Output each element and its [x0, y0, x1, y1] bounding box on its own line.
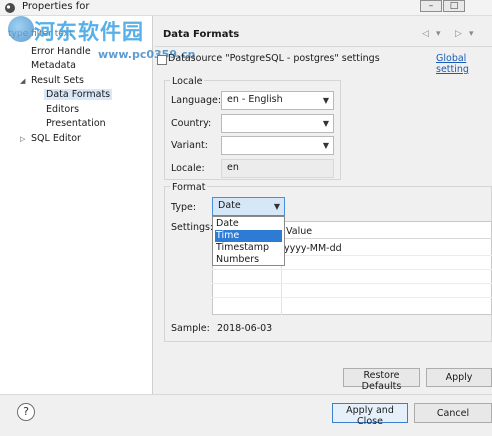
apply-and-close-button[interactable]: Apply and Close	[332, 403, 408, 427]
page-title: Data Formats	[163, 29, 240, 40]
chevron-down-icon: ▼	[322, 141, 329, 150]
table-cell-value[interactable]: yyyy-MM-dd	[284, 243, 342, 254]
tree-item-data-formats[interactable]: Data Formats	[44, 89, 113, 100]
type-dropdown-list: Date Time Timestamp Numbers	[212, 216, 285, 266]
apply-button[interactable]: Apply	[426, 368, 492, 387]
global-settings-link[interactable]: Global setting	[436, 53, 492, 75]
type-value: Date	[218, 200, 241, 211]
country-combo[interactable]: ▼	[221, 114, 334, 133]
tree-item-label: Metadata	[31, 60, 76, 71]
restore-defaults-button[interactable]: Restore Defaults	[343, 368, 420, 392]
window-title: Properties for	[22, 1, 90, 12]
chevron-down-icon: ▼	[273, 202, 280, 211]
expanded-twisty-icon[interactable]: ◢	[20, 77, 25, 85]
country-label: Country:	[171, 118, 212, 129]
help-icon[interactable]: ?	[17, 403, 35, 421]
type-label: Type:	[171, 202, 197, 213]
tree-item-label: Data Formats	[46, 89, 111, 100]
language-label: Language:	[171, 95, 222, 106]
chevron-down-icon: ▼	[322, 119, 329, 128]
app-icon	[5, 3, 15, 13]
locale-group-title: Locale	[170, 76, 205, 87]
settings-label: Settings:	[171, 222, 214, 233]
language-value: en - English	[227, 94, 283, 105]
back-arrow-icon[interactable]: ◁	[422, 29, 429, 39]
table-row-divider	[212, 269, 492, 270]
value-column-header[interactable]: Value	[286, 226, 312, 237]
collapsed-twisty-icon[interactable]: ▷	[20, 135, 25, 143]
sample-label: Sample:	[171, 323, 210, 334]
type-option-date[interactable]: Date	[215, 218, 282, 230]
type-combo[interactable]: Date ▼	[212, 197, 285, 216]
format-group-title: Format	[170, 182, 208, 193]
language-combo[interactable]: en - English ▼	[221, 91, 334, 110]
forward-menu-chevron-icon[interactable]: ▾	[469, 29, 474, 39]
tree-item-editors[interactable]: Editors	[46, 104, 79, 115]
tree-item-error-handle[interactable]: Error Handle	[31, 46, 91, 57]
type-option-numbers[interactable]: Numbers	[215, 254, 282, 266]
tree-item-label: Editors	[46, 104, 80, 115]
sample-value: 2018-06-03	[217, 323, 273, 334]
forward-arrow-icon[interactable]: ▷	[455, 29, 462, 39]
table-row-divider	[212, 283, 492, 284]
tree-item-result-sets[interactable]: Result Sets	[31, 75, 84, 86]
tree-item-metadata[interactable]: Metadata	[31, 60, 76, 71]
table-row-divider	[212, 297, 492, 298]
datasource-settings-label: Datasource "PostgreSQL - postgres" setti…	[168, 53, 380, 64]
tree-item-label: SQL Editor	[31, 133, 81, 144]
cancel-button[interactable]: Cancel	[414, 403, 492, 423]
tree-item-label: Presentation	[46, 118, 106, 129]
preferences-tree-panel	[0, 16, 153, 394]
locale-readonly-field: en	[221, 159, 334, 178]
minimize-button[interactable]: –	[420, 0, 442, 12]
watermark-title: 河东软件园	[34, 19, 144, 44]
watermark-logo-icon	[8, 16, 34, 42]
tree-item-sql-editor[interactable]: SQL Editor	[31, 133, 81, 144]
back-menu-chevron-icon[interactable]: ▾	[436, 29, 441, 39]
header-divider	[155, 46, 492, 47]
tree-item-presentation[interactable]: Presentation	[46, 118, 106, 129]
tree-item-label: Result Sets	[31, 75, 84, 86]
variant-label: Variant:	[171, 140, 208, 151]
variant-combo[interactable]: ▼	[221, 136, 334, 155]
locale-label: Locale:	[171, 163, 205, 174]
tree-item-label: Error Handle	[31, 46, 91, 57]
maximize-button[interactable]: □	[443, 0, 465, 12]
chevron-down-icon: ▼	[322, 96, 329, 105]
type-option-time[interactable]: Time	[215, 230, 282, 242]
datasource-settings-checkbox[interactable]	[157, 55, 167, 65]
type-option-timestamp[interactable]: Timestamp	[215, 242, 282, 254]
footer-divider	[0, 394, 492, 395]
